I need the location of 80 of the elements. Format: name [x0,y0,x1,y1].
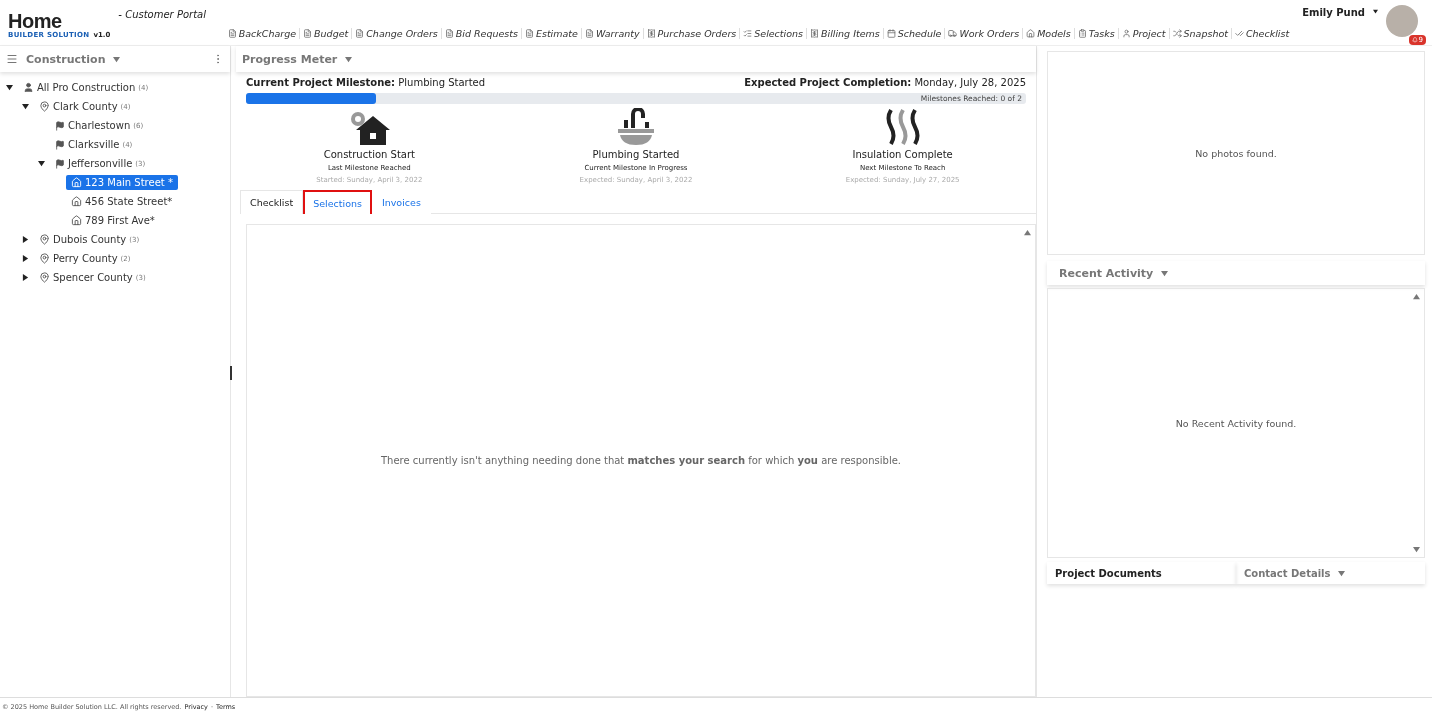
empty-message: There currently isn't anything needing done that matches your search for which you are responsible. [380,455,902,466]
scroll-up-icon[interactable] [1024,229,1031,236]
nav-link[interactable]: Billing Items [806,28,883,39]
nav-link[interactable]: Estimate [520,28,581,39]
nav-link[interactable]: Budget [299,28,352,39]
empty-message: No Recent Activity found. [1175,417,1297,429]
sink-icon [616,108,656,146]
resize-handle[interactable] [230,366,232,380]
nav-link[interactable]: Work Orders [944,28,1023,39]
map-pin-icon [39,234,50,245]
nav-icon[interactable] [584,29,594,38]
collapse-arrow-icon[interactable] [22,103,29,110]
heat-waves-icon [884,108,921,146]
nav-icon[interactable] [810,29,819,38]
nav-icon[interactable] [948,29,958,38]
expand-arrow-icon[interactable] [22,236,29,243]
house-icon [71,215,82,226]
nav-icon[interactable] [743,29,753,38]
tab[interactable]: Checklist [240,190,304,214]
flag-icon [55,139,65,150]
nav-link[interactable]: Selections [739,28,806,39]
map-pin-icon [39,253,50,264]
empty-message: No photos found. [1195,147,1277,159]
milestone-name: Plumbing Started [592,149,680,160]
nav-icon[interactable] [1026,29,1036,38]
panel-header[interactable]: Recent Activity [1047,261,1425,285]
nav-icon[interactable] [1121,29,1131,38]
nav-link[interactable]: Change Orders [351,28,441,39]
nav-icon[interactable] [355,29,365,38]
tree-item[interactable]: 456 State Street* [66,194,178,209]
nav-icon[interactable] [646,29,656,38]
menu-icon[interactable] [6,53,18,65]
tab[interactable]: Selections [303,190,372,214]
panel-header[interactable]: Construction [0,46,230,72]
nav-icon[interactable] [303,29,313,38]
panel-header[interactable]: Project Documents [1047,562,1236,584]
nav-link[interactable]: Checklist [1230,28,1293,39]
user-menu[interactable]: Emily Pund [1302,7,1365,18]
nav-icon[interactable] [886,29,896,38]
panel-header[interactable]: Progress Meter [236,46,1036,72]
portal-title: - Customer Portal [118,9,206,22]
nav-icon[interactable] [444,29,454,38]
nav-icon[interactable] [1172,29,1182,38]
panel-title: Construction [26,52,106,66]
flag-icon [55,158,65,169]
completion-text: Expected Project Completion: Monday, July 28, 2025 [744,77,1026,88]
expand-arrow-icon[interactable] [22,274,29,281]
house-icon [71,196,82,207]
scroll-up-icon[interactable] [1413,293,1420,300]
caret-icon[interactable] [1373,9,1378,14]
map-pin-icon [39,101,50,112]
map-pin-icon [39,272,50,283]
tree-item[interactable]: 123 Main Street * [66,175,178,190]
nav-link[interactable]: Tasks [1073,28,1118,39]
nav-link[interactable]: Warranty [580,28,643,39]
nav-link[interactable]: Models [1022,28,1074,39]
nav-link[interactable]: Bid Requests [440,28,521,39]
tree-item[interactable]: 789 First Ave* [66,213,160,228]
collapse-arrow-icon[interactable] [6,84,13,91]
scroll-down-icon[interactable] [1413,546,1420,553]
nav-link[interactable]: Purchase Orders [642,28,740,39]
expand-arrow-icon[interactable] [22,255,29,262]
nav-link[interactable]: BackCharge [224,28,300,39]
house-icon [71,177,82,188]
person-icon [23,82,34,93]
milestone-name: Insulation Complete [852,149,953,160]
avatar[interactable] [1386,5,1418,37]
milestone-name: Construction Start [323,149,415,160]
milestone-text: Current Project Milestone: Plumbing Started [246,77,486,88]
nav-link[interactable]: Snapshot [1168,28,1231,39]
flag-icon [55,120,65,131]
nav-link[interactable]: Schedule [882,28,945,39]
collapse-arrow-icon[interactable] [38,160,45,167]
logo-wordmark: Home [8,11,62,31]
nav-icon[interactable] [1234,29,1244,38]
nav-icon[interactable] [227,29,237,38]
nav-icon[interactable] [1077,29,1087,38]
nav-icon[interactable] [524,29,534,38]
panel-header[interactable]: Contact Details [1236,562,1425,584]
nav-link[interactable]: Project [1117,28,1169,39]
